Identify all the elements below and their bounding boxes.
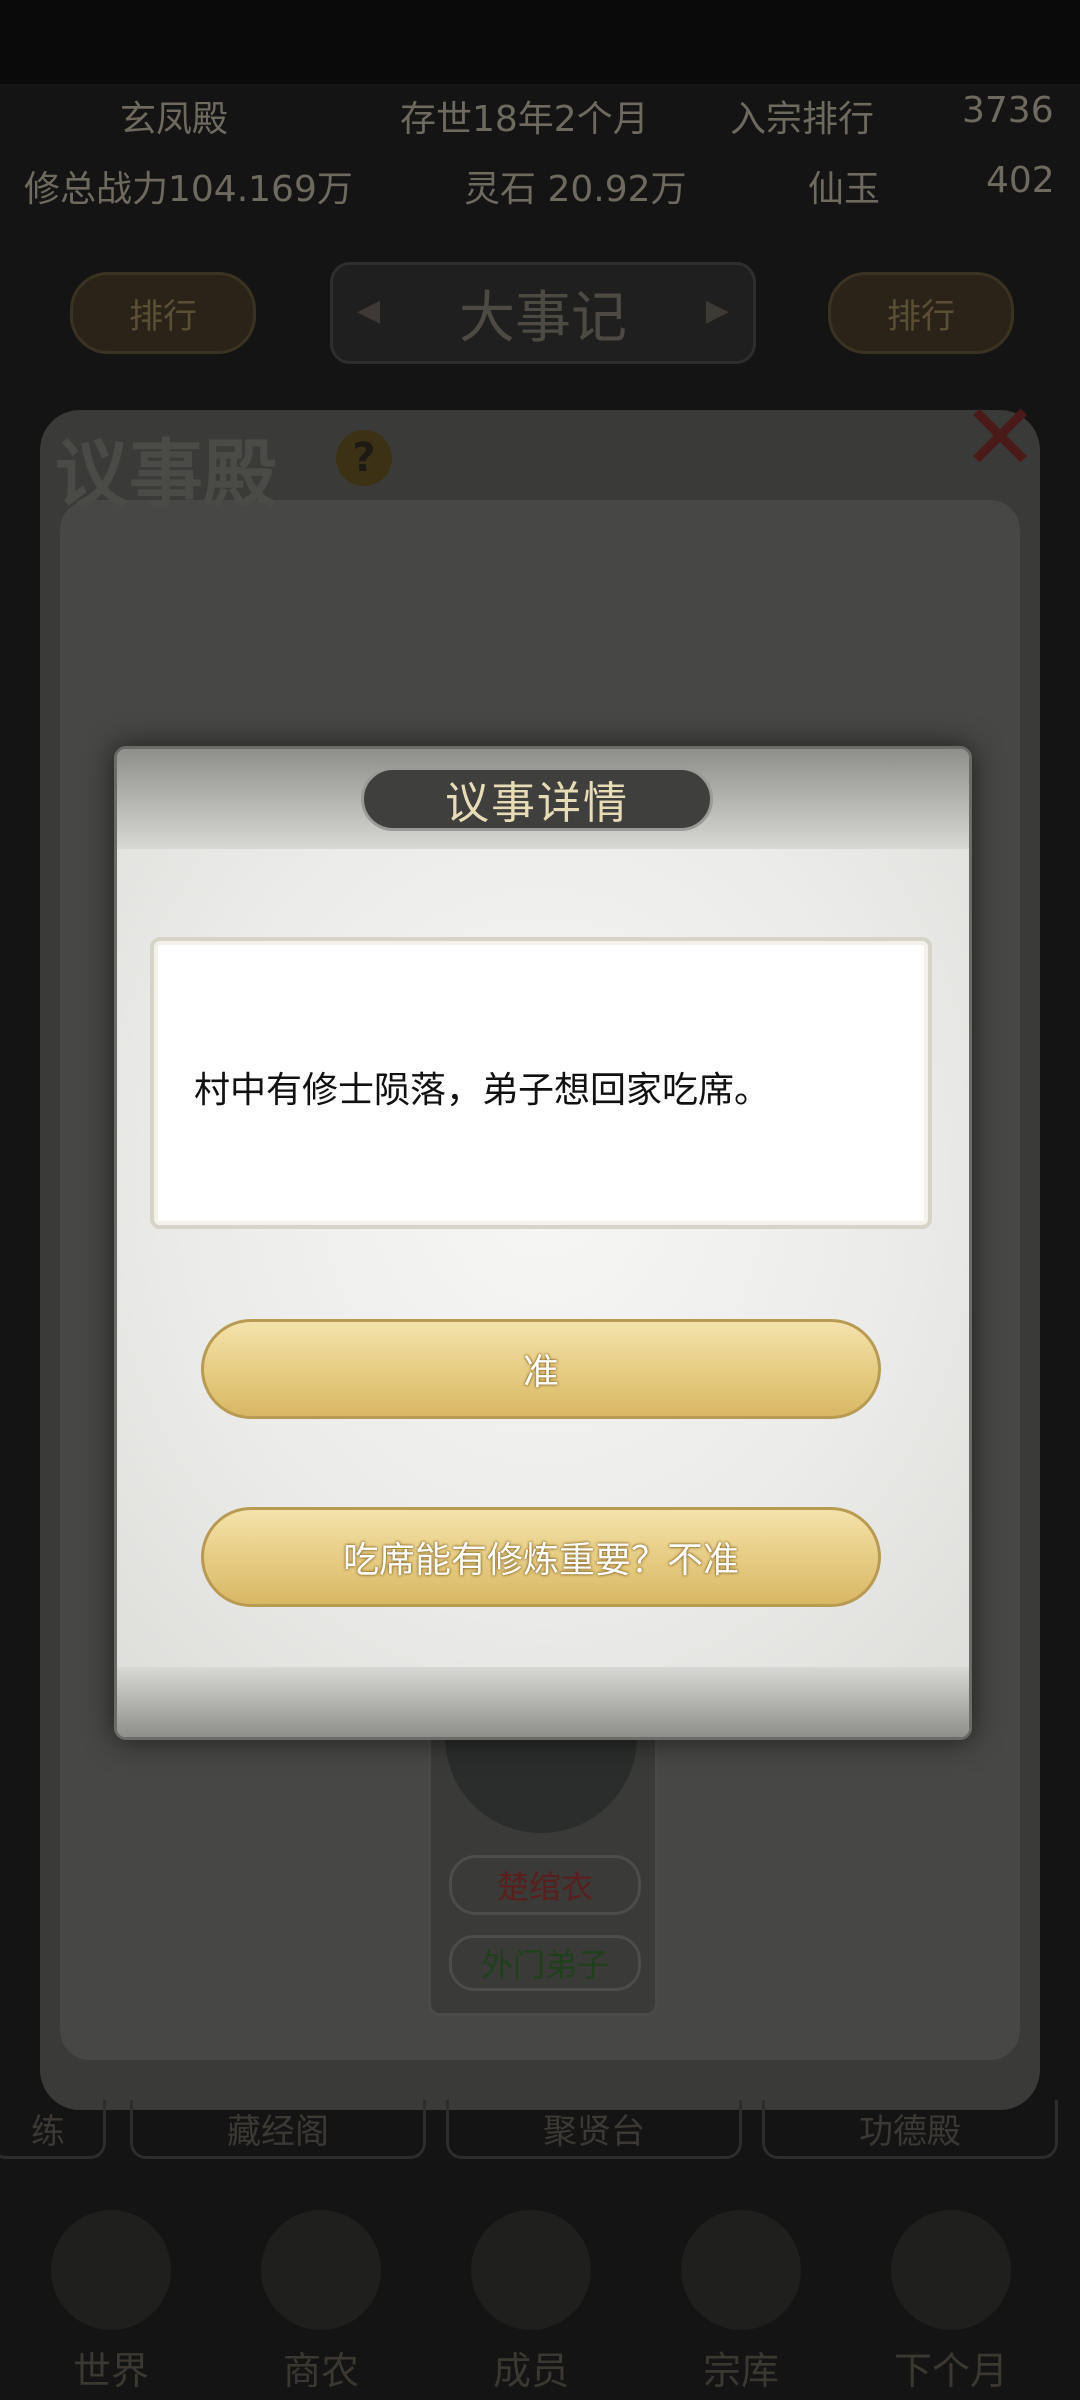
building-tab[interactable]: 藏经阁	[130, 2100, 426, 2159]
dock-label: 商农	[282, 2349, 359, 2393]
resource-row: 修总战力104.169万 灵石 20.92万 仙玉 402	[0, 160, 1080, 226]
prev-arrow-icon[interactable]: ◀	[357, 293, 380, 328]
bottom-dock: 世界 商农 成员 宗库 下个月	[0, 2190, 1080, 2400]
members-icon	[471, 2210, 591, 2330]
nav-row: 排行 ◀ 大事记 ▶ 排行	[0, 262, 1080, 364]
sect-info-row: 玄凤殿 存世18年2个月 入宗排行 3736	[0, 90, 1080, 156]
chronicle-title-text: 大事记	[459, 285, 627, 351]
deny-button[interactable]: 吃席能有修炼重要？不准	[201, 1507, 881, 1607]
sect-name: 玄凤殿	[120, 99, 229, 140]
right-nav-button[interactable]: 排行	[828, 272, 1014, 354]
council-detail-dialog: 议事详情 村中有修士陨落，弟子想回家吃席。 准 吃席能有修炼重要？不准	[114, 746, 972, 1740]
next-arrow-icon[interactable]: ▶	[706, 293, 729, 328]
combat-power: 修总战力104.169万	[24, 169, 353, 210]
hall-title: 议事殿	[55, 432, 277, 518]
building-tab[interactable]: 练	[0, 2100, 106, 2159]
building-tab[interactable]: 功德殿	[762, 2100, 1058, 2159]
fairy-jade-value: 402	[986, 160, 1055, 201]
help-icon[interactable]: ?	[336, 430, 392, 486]
close-icon[interactable]: ✕	[958, 392, 1042, 484]
world-icon	[51, 2210, 171, 2330]
building-tab[interactable]: 聚贤台	[446, 2100, 742, 2159]
disciple-card: 楚绾衣 外门弟子	[428, 1710, 658, 2016]
dock-item-world[interactable]: 世界	[16, 2190, 206, 2400]
left-nav-button[interactable]: 排行	[70, 272, 256, 354]
spirit-stone: 灵石 20.92万	[464, 169, 687, 210]
next-month-icon	[891, 2210, 1011, 2330]
ranking-label: 入宗排行	[730, 99, 875, 140]
dock-label: 宗库	[702, 2349, 779, 2393]
dock-item-commerce[interactable]: 商农	[226, 2190, 416, 2400]
fairy-jade-label: 仙玉	[808, 169, 881, 210]
ranking-value: 3736	[962, 90, 1054, 131]
dialog-title: 议事详情	[361, 767, 713, 831]
dock-label: 世界	[72, 2349, 149, 2393]
dock-item-treasury[interactable]: 宗库	[646, 2190, 836, 2400]
approve-button[interactable]: 准	[201, 1319, 881, 1419]
status-bar	[0, 0, 1080, 84]
cloud-border-bottom	[117, 1667, 969, 1737]
dock-item-next-month[interactable]: 下个月	[856, 2190, 1046, 2400]
commerce-icon	[261, 2210, 381, 2330]
dock-label: 下个月	[893, 2349, 1008, 2393]
building-tabs: 练 藏经阁 聚贤台 功德殿	[0, 2100, 1080, 2160]
dock-label: 成员	[492, 2349, 569, 2393]
disciple-rank: 外门弟子	[449, 1935, 641, 1991]
message-box: 村中有修士陨落，弟子想回家吃席。	[150, 937, 932, 1229]
message-text: 村中有修士陨落，弟子想回家吃席。	[194, 1070, 771, 1111]
dock-item-members[interactable]: 成员	[436, 2190, 626, 2400]
sect-age: 存世18年2个月	[400, 99, 649, 140]
chronicle-title[interactable]: ◀ 大事记 ▶	[330, 262, 756, 364]
treasury-icon	[681, 2210, 801, 2330]
disciple-name: 楚绾衣	[449, 1855, 641, 1915]
